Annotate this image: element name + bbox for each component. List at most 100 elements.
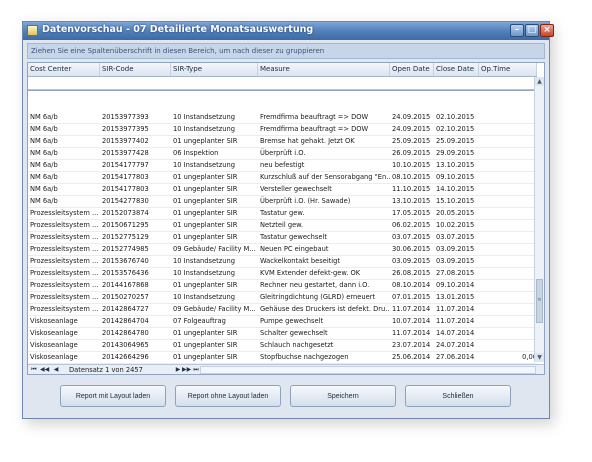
column-header[interactable]: SIR-Code	[100, 63, 171, 76]
table-cell: NM 6a/b	[30, 125, 58, 133]
table-row[interactable]: Prozessleitsystem ... 20150671295 01 ungep…	[28, 220, 537, 232]
table-cell: Viskoseanlage	[30, 317, 78, 325]
table-row[interactable]: Prozessleitsystem ... 20152073874 01 ungep…	[28, 208, 537, 220]
minimize-icon[interactable]: –	[510, 24, 524, 37]
table-cell: Prozessleitsystem ...	[30, 221, 99, 229]
next-record-icon[interactable]: ▶	[174, 366, 182, 374]
group-by-area[interactable]: Ziehen Sie eine Spaltenüberschrift in di…	[27, 43, 545, 59]
table-row[interactable]: Viskoseanlage 20143064965 01 ungeplanter S…	[28, 340, 537, 352]
table-cell	[479, 112, 537, 123]
table-row[interactable]: Prozessleitsystem ... 20153576436 10 Insta…	[28, 268, 537, 280]
scroll-up-icon[interactable]: ▲	[535, 77, 544, 86]
vertical-scrollbar[interactable]: ▲ ≡ ▼	[534, 77, 544, 362]
table-cell: Fremdfirma beauftragt => DOW	[260, 113, 369, 121]
table-cell: 10 Instandsetzung	[173, 269, 235, 277]
record-counter: Datensatz 1 von 2457	[69, 366, 143, 374]
table-cell: 03.09.2015	[392, 257, 431, 265]
column-header[interactable]: Open Date	[390, 63, 434, 76]
table-row[interactable]: Prozessleitsystem ... 20152775129 01 ungep…	[28, 232, 537, 244]
table-cell: 20152774985	[102, 245, 149, 253]
table-cell: 10 Instandsetzung	[173, 161, 235, 169]
column-header[interactable]: Close Date	[434, 63, 479, 76]
column-header[interactable]: Cost Center	[28, 63, 100, 76]
table-row[interactable]: Prozessleitsystem ... 20152774985 09 Gebäu…	[28, 244, 537, 256]
table-cell: 01 ungeplanter SIR	[173, 173, 238, 181]
table-cell	[479, 244, 537, 255]
table-cell: 15.10.2015	[436, 197, 475, 205]
table-cell: 10 Instandsetzung	[173, 257, 235, 265]
table-cell	[479, 208, 537, 219]
table-cell: 01 ungeplanter SIR	[173, 197, 238, 205]
table-cell	[479, 340, 537, 351]
table-cell: 01 ungeplanter SIR	[173, 185, 238, 193]
table-cell: Tastatur gew.	[260, 209, 305, 217]
table-cell: 10.07.2014	[392, 317, 431, 325]
title-bar[interactable]: Datenvorschau - 07 Detailierte Monatsaus…	[23, 22, 554, 40]
report-with-layout-button[interactable]: Report mit Layout laden	[60, 385, 166, 407]
horizontal-scrollbar[interactable]	[200, 366, 536, 374]
table-cell	[479, 124, 537, 135]
table-cell: Überprüft i.O. (Hr. Sawade)	[260, 197, 351, 205]
table-cell: 14.07.2014	[436, 329, 475, 337]
table-cell: 17.05.2015	[392, 209, 431, 217]
table-cell: Prozessleitsystem ...	[30, 269, 99, 277]
table-cell: 25.09.2015	[392, 137, 431, 145]
close-icon[interactable]: ×	[540, 24, 554, 37]
report-without-layout-button[interactable]: Report ohne Layout laden	[175, 385, 281, 407]
grid-separator	[28, 90, 537, 91]
table-cell: NM 6a/b	[30, 137, 58, 145]
table-cell: Wackelkontakt beseitigt	[260, 257, 341, 265]
table-row[interactable]: NM 6a/b 20154177797 10 Instandsetzung neu b…	[28, 160, 537, 172]
table-cell: 13.10.2015	[436, 161, 475, 169]
table-cell: Überprüft i.O.	[260, 149, 306, 157]
table-cell: Netzteil gew.	[260, 221, 304, 229]
last-record-icon[interactable]: ⏭	[192, 366, 200, 374]
table-cell: 01 ungeplanter SIR	[173, 221, 238, 229]
prev-page-icon[interactable]: ◀◀	[40, 366, 49, 374]
table-row[interactable]: Prozessleitsystem ... 20150270257 10 Insta…	[28, 292, 537, 304]
table-cell: Stopfbuchse nachgezogen	[260, 353, 349, 361]
table-cell	[479, 172, 537, 183]
table-cell: 20154177803	[102, 173, 149, 181]
close-button[interactable]: Schließen	[405, 385, 511, 407]
next-page-icon[interactable]: ▶▶	[182, 366, 191, 374]
table-row[interactable]: NM 6a/b 20153977402 01 ungeplanter SIR Brem…	[28, 136, 537, 148]
column-header[interactable]: Measure	[258, 63, 390, 76]
maximize-icon[interactable]: □	[525, 24, 539, 37]
table-row[interactable]: NM 6a/b 20154177803 01 ungeplanter SIR Vers…	[28, 184, 537, 196]
table-row[interactable]: NM 6a/b 20154277830 01 ungeplanter SIR Über…	[28, 196, 537, 208]
table-cell: 03.07.2015	[436, 233, 475, 241]
table-row[interactable]: Prozessleitsystem ... 20153676740 10 Insta…	[28, 256, 537, 268]
app-icon	[27, 25, 38, 36]
scroll-thumb[interactable]: ≡	[536, 279, 543, 323]
table-cell: 20143064965	[102, 341, 149, 349]
table-row[interactable]: Prozessleitsystem ... 20144167868 01 ungep…	[28, 280, 537, 292]
table-cell: 20153676740	[102, 257, 149, 265]
save-button[interactable]: Speichern	[290, 385, 396, 407]
table-cell: 20154177797	[102, 161, 149, 169]
scroll-down-icon[interactable]: ▼	[535, 353, 544, 362]
column-header[interactable]: SIR-Type	[171, 63, 258, 76]
table-row[interactable]: Viskoseanlage 20142664296 01 ungeplanter S…	[28, 352, 537, 364]
table-cell: 20144167868	[102, 281, 149, 289]
filter-row[interactable]	[28, 77, 537, 90]
table-row[interactable]: NM 6a/b 20153977428 06 Inspektion Überprüft…	[28, 148, 537, 160]
table-row[interactable]: Viskoseanlage 20142864780 01 ungeplanter S…	[28, 328, 537, 340]
table-cell: NM 6a/b	[30, 185, 58, 193]
table-cell: Bremse hat gehakt. Jetzt OK	[260, 137, 355, 145]
table-row[interactable]: NM 6a/b 20153977393 10 Instandsetzung Fremd…	[28, 112, 537, 124]
table-cell: 23.07.2014	[392, 341, 431, 349]
table-row[interactable]: NM 6a/b 20153977395 10 Instandsetzung Fremd…	[28, 124, 537, 136]
table-row[interactable]: Viskoseanlage 20142864704 07 Folgeauftrag P…	[28, 316, 537, 328]
table-row[interactable]: NM 6a/b 20154177803 01 ungeplanter SIR Kurz…	[28, 172, 537, 184]
prev-record-icon[interactable]: ◀	[52, 366, 60, 374]
column-header[interactable]: Op.Time	[479, 63, 537, 76]
table-row[interactable]: Prozessleitsystem ... 20142864727 09 Gebäu…	[28, 304, 537, 316]
table-cell: 08.10.2015	[392, 173, 431, 181]
table-cell: NM 6a/b	[30, 113, 58, 121]
table-cell	[479, 220, 537, 231]
first-record-icon[interactable]: ⏮	[30, 366, 38, 374]
table-cell: Prozessleitsystem ...	[30, 305, 99, 313]
table-cell: NM 6a/b	[30, 161, 58, 169]
table-cell: 20142864780	[102, 329, 149, 337]
